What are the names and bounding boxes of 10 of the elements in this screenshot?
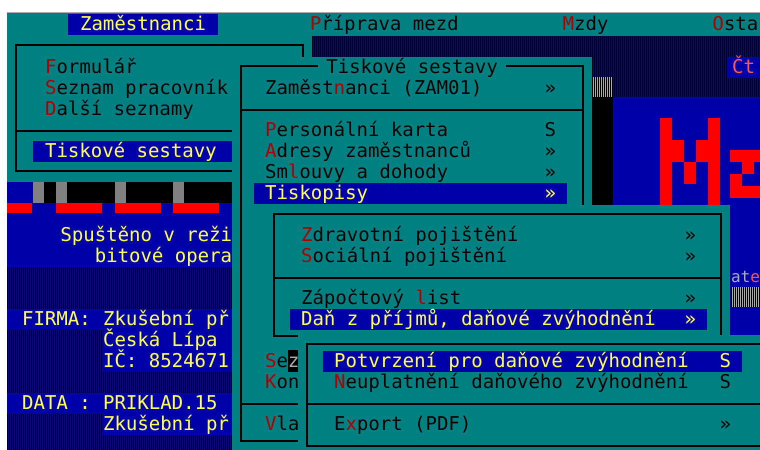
info-label: FIRMA:	[7, 309, 103, 330]
info-value: IČ: 8524671	[103, 351, 232, 372]
panel-caption: ate	[731, 268, 760, 286]
info-value: Zkušební př	[103, 414, 232, 435]
status-text: Spuštěno v reži	[60, 225, 232, 246]
window-title: Tiskové sestavy	[318, 57, 506, 78]
status-text: bitové opera	[94, 246, 232, 267]
panel-heading: Čt	[728, 57, 760, 78]
info-value: PRIKLAD.15	[103, 393, 232, 414]
info-label: DATA :	[7, 393, 103, 414]
